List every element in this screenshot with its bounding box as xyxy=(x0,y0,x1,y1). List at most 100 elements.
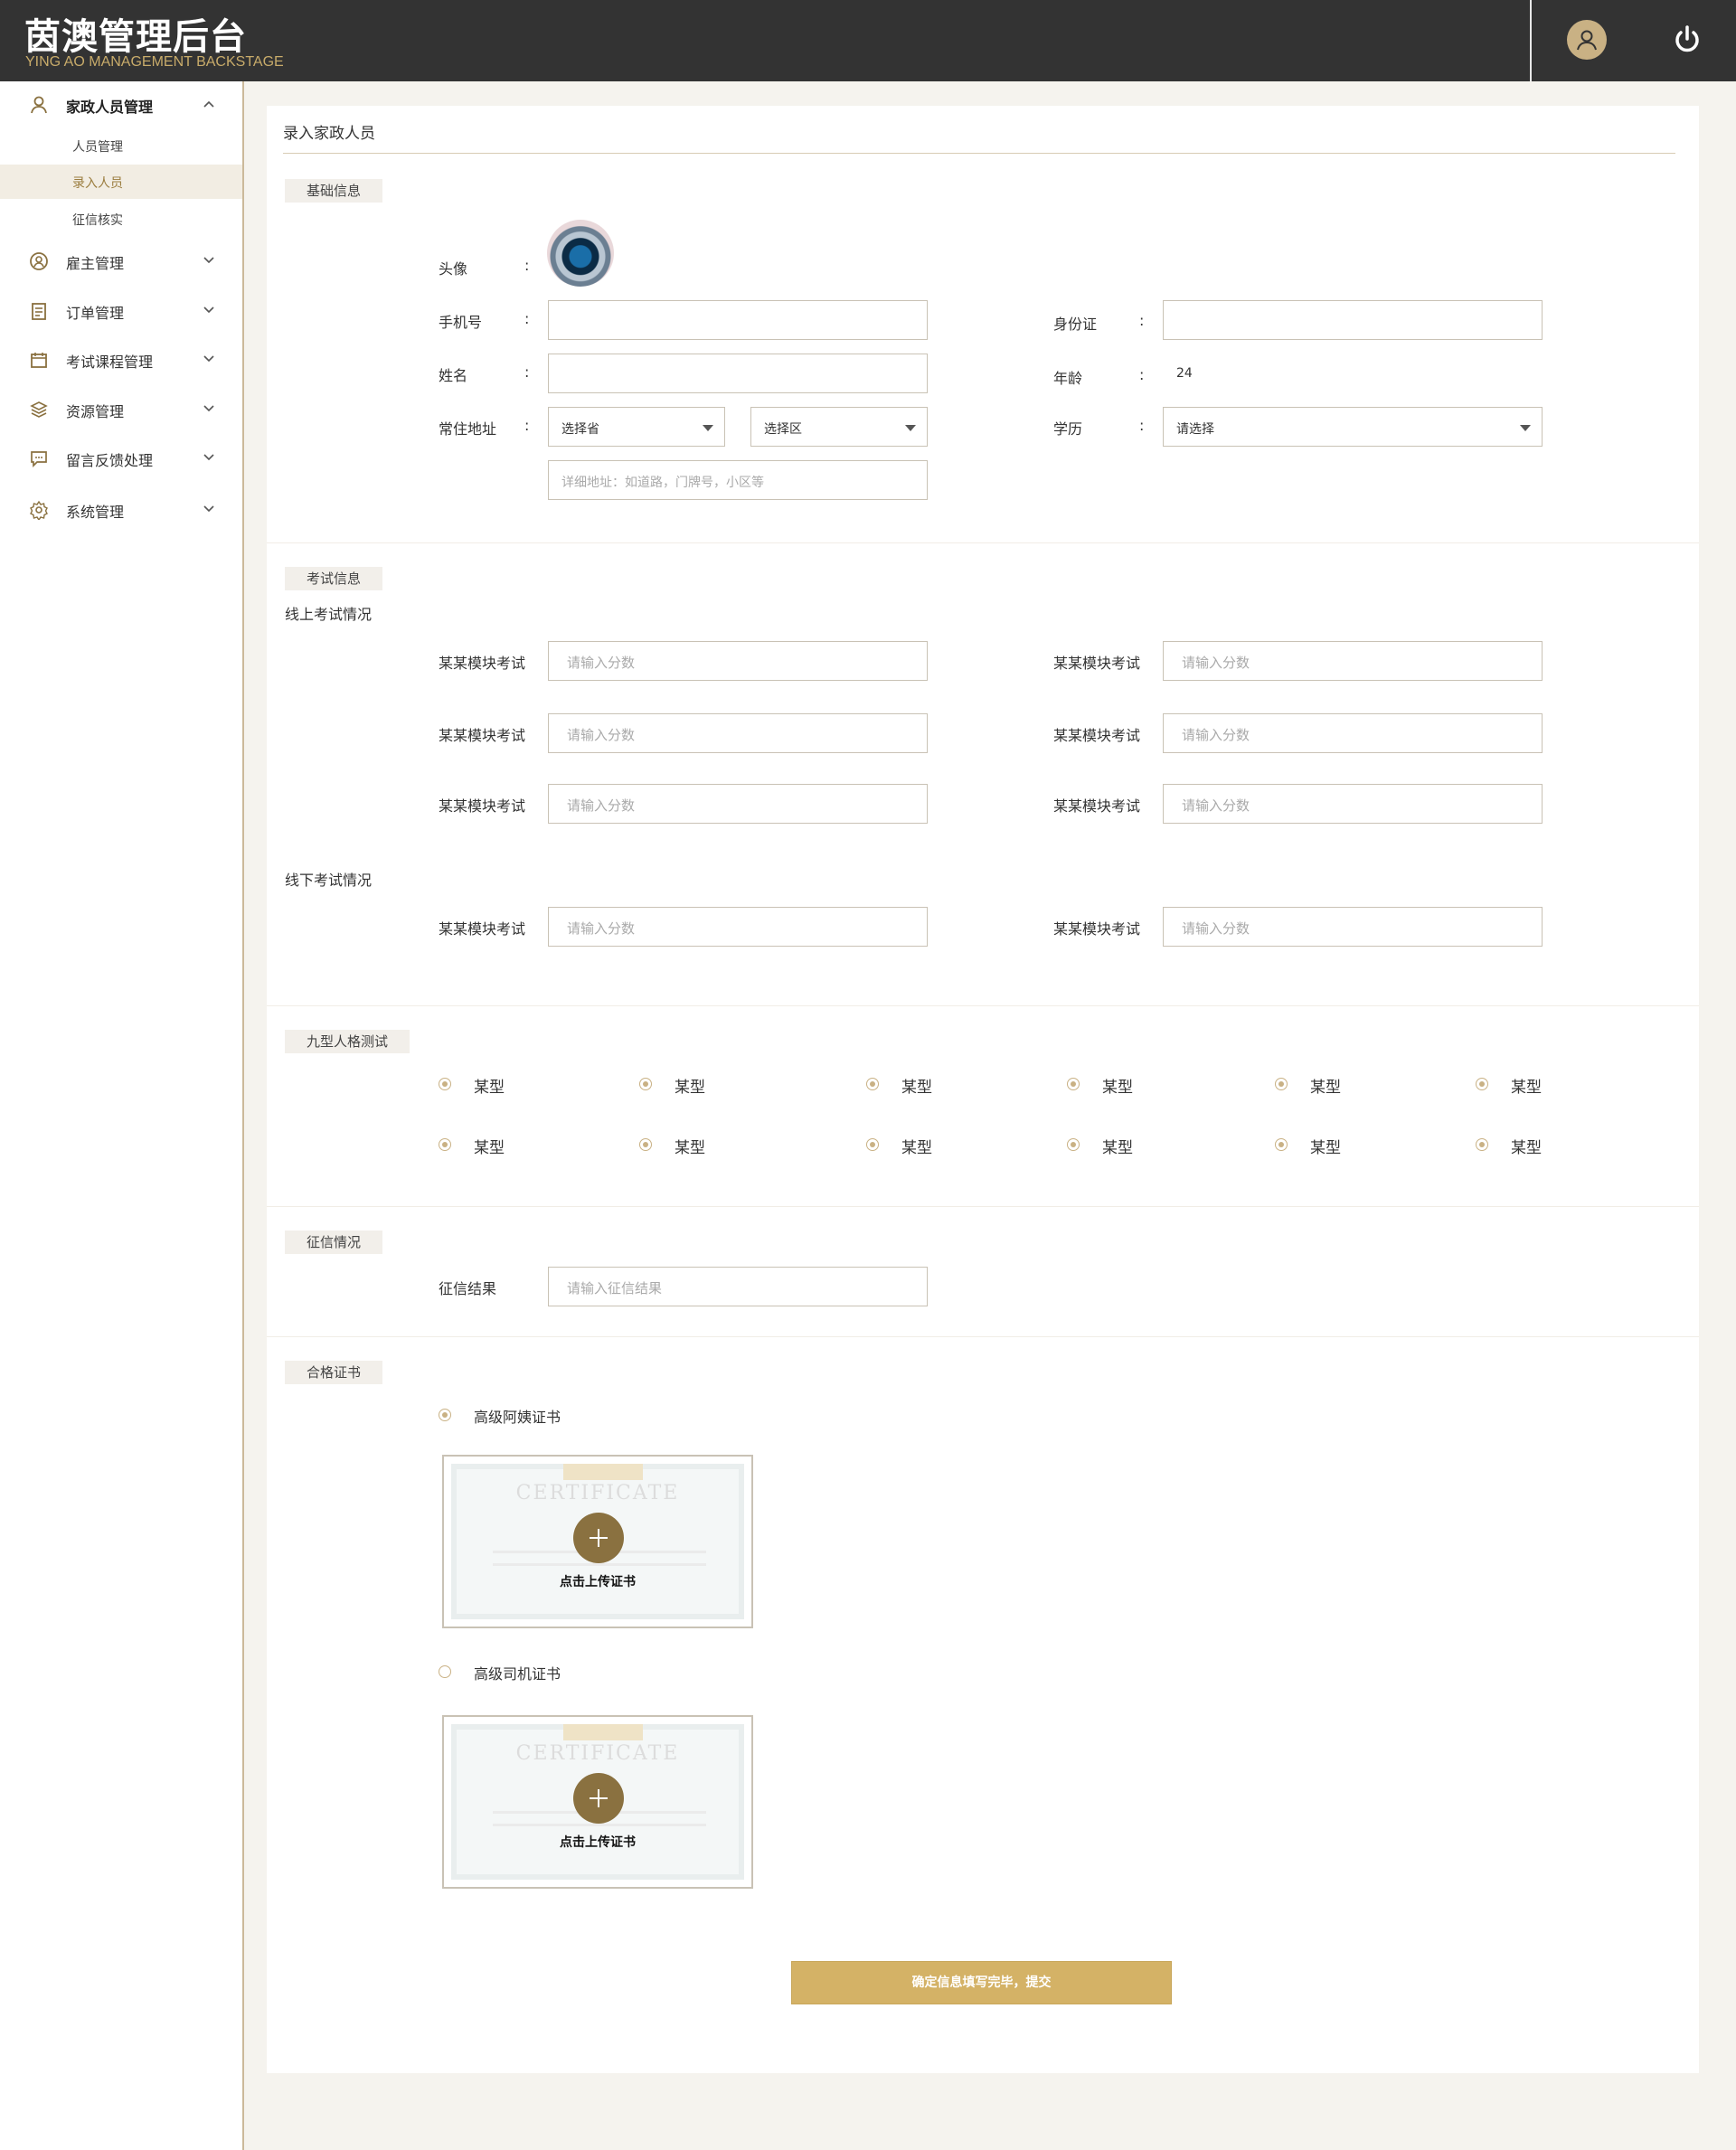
chevron-up-icon xyxy=(203,100,214,108)
section-tag-personality: 九型人格测试 xyxy=(285,1030,410,1053)
sidebar-item-system[interactable]: 系统管理 xyxy=(0,491,242,527)
credit-result-input[interactable]: 请输入征信结果 xyxy=(548,1267,928,1306)
exam-score-input[interactable]: 请输入分数 xyxy=(1163,713,1543,753)
sidebar-item-resource[interactable]: 资源管理 xyxy=(0,391,242,427)
colon: : xyxy=(524,310,530,327)
upload-certificate-driver[interactable]: CERTIFICATE 点击上传证书 xyxy=(442,1715,753,1889)
exam-score-input[interactable]: 请输入分数 xyxy=(548,907,928,947)
exam-score-input[interactable]: 请输入分数 xyxy=(1163,907,1543,947)
exam-score-input[interactable]: 请输入分数 xyxy=(548,713,928,753)
app-title: 茵澳管理后台 xyxy=(24,16,247,58)
personality-option-label: 某型 xyxy=(1511,1079,1542,1097)
score-placeholder: 请输入分数 xyxy=(1182,920,1250,937)
score-placeholder: 请输入分数 xyxy=(567,920,636,937)
upload-caption: 点击上传证书 xyxy=(560,1835,636,1850)
district-select[interactable]: 选择区 xyxy=(750,407,928,447)
score-placeholder: 请输入分数 xyxy=(1182,797,1250,814)
exam-score-input[interactable]: 请输入分数 xyxy=(548,784,928,824)
radio-dot xyxy=(639,1078,652,1090)
address-detail-input[interactable]: 详细地址：如道路，门牌号，小区等 xyxy=(548,460,928,500)
sidebar-subitem-credit-check[interactable]: 征信核实 xyxy=(0,202,242,236)
user-avatar-button[interactable] xyxy=(1567,20,1607,60)
certificate-line xyxy=(493,1824,706,1826)
score-placeholder: 请输入分数 xyxy=(567,797,636,814)
sidebar-item-employer[interactable]: 雇主管理 xyxy=(0,242,242,278)
name-input[interactable] xyxy=(548,354,928,393)
upload-certificate-nanny[interactable]: CERTIFICATE 点击上传证书 xyxy=(442,1455,753,1628)
radio-dot xyxy=(439,1078,451,1090)
calendar-icon xyxy=(31,353,47,368)
radio-dot xyxy=(866,1138,879,1151)
score-placeholder: 请输入分数 xyxy=(1182,655,1250,671)
education-label: 学历 xyxy=(1053,420,1083,438)
district-select-value: 选择区 xyxy=(764,422,802,437)
section-divider xyxy=(267,1206,1699,1207)
sidebar-item-label: 雇主管理 xyxy=(66,255,125,272)
header-divider xyxy=(1530,0,1532,81)
colon: : xyxy=(524,257,530,274)
colon: : xyxy=(1139,366,1145,383)
personality-option-label: 某型 xyxy=(474,1079,505,1097)
chevron-down-icon xyxy=(203,355,214,363)
exam-module-label: 某某模块考试 xyxy=(1053,727,1141,744)
sidebar-subitem-label: 征信核实 xyxy=(72,213,123,228)
exam-module-label: 某某模块考试 xyxy=(439,920,526,938)
logout-button[interactable] xyxy=(1671,24,1703,56)
title-divider xyxy=(283,153,1675,154)
sidebar-item-order[interactable]: 订单管理 xyxy=(0,292,242,328)
education-select-value: 请选择 xyxy=(1176,422,1214,437)
upload-caption: 点击上传证书 xyxy=(560,1575,636,1589)
sidebar-item-label: 留言反馈处理 xyxy=(66,452,154,469)
sidebar-subitem-label: 人员管理 xyxy=(72,140,123,155)
sidebar-item-feedback[interactable]: 留言反馈处理 xyxy=(0,439,242,476)
sidebar-subitem-staff-management[interactable]: 人员管理 xyxy=(0,128,242,163)
name-label: 姓名 xyxy=(439,367,468,384)
exam-score-input[interactable]: 请输入分数 xyxy=(548,641,928,681)
personality-option-label: 某型 xyxy=(1102,1139,1133,1157)
radio-dot xyxy=(1067,1138,1080,1151)
province-select[interactable]: 选择省 xyxy=(548,407,725,447)
chevron-down-icon xyxy=(203,454,214,461)
top-bar: 茵澳管理后台 YING AO MANAGEMENT BACKSTAGE xyxy=(0,0,1736,81)
radio-dot xyxy=(1476,1138,1488,1151)
online-exam-heading: 线上考试情况 xyxy=(285,606,373,623)
province-select-value: 选择省 xyxy=(561,422,599,437)
personality-option-label: 某型 xyxy=(901,1079,932,1097)
credit-result-label: 征信结果 xyxy=(439,1280,497,1297)
section-divider xyxy=(267,542,1699,543)
colon: : xyxy=(1139,417,1145,434)
chevron-down-icon xyxy=(203,257,214,264)
plus-icon xyxy=(573,1773,624,1824)
caret-down-icon xyxy=(905,425,916,431)
message-icon xyxy=(31,451,47,468)
exam-score-input[interactable]: 请输入分数 xyxy=(1163,641,1543,681)
sidebar-item-housekeeper[interactable]: 家政人员管理 xyxy=(0,86,242,122)
score-placeholder: 请输入分数 xyxy=(567,655,636,671)
id-card-input[interactable] xyxy=(1163,300,1543,340)
phone-input[interactable] xyxy=(548,300,928,340)
certificate-line xyxy=(493,1563,706,1566)
personality-option-label: 某型 xyxy=(1511,1139,1542,1157)
colon: : xyxy=(1139,312,1145,329)
profile-photo[interactable] xyxy=(547,220,614,287)
sidebar-item-label: 家政人员管理 xyxy=(66,99,154,116)
submit-button[interactable]: 确定信息填写完毕，提交 xyxy=(791,1961,1172,2004)
sidebar-item-label: 系统管理 xyxy=(66,504,125,521)
address-label: 常住地址 xyxy=(439,420,497,438)
exam-score-input[interactable]: 请输入分数 xyxy=(1163,784,1543,824)
score-placeholder: 请输入分数 xyxy=(1182,727,1250,743)
education-select[interactable]: 请选择 xyxy=(1163,407,1543,447)
radio-dot xyxy=(1067,1078,1080,1090)
personality-option-label: 某型 xyxy=(675,1079,705,1097)
layers-icon xyxy=(30,401,48,418)
section-tag-certificate: 合格证书 xyxy=(285,1361,383,1384)
age-label: 年龄 xyxy=(1053,370,1083,387)
cert-option-label: 高级司机证书 xyxy=(474,1665,561,1683)
chevron-down-icon xyxy=(203,405,214,412)
exam-module-label: 某某模块考试 xyxy=(1053,920,1141,938)
sidebar-item-exam-course[interactable]: 考试课程管理 xyxy=(0,341,242,377)
sidebar: 家政人员管理 人员管理 录入人员 征信核实 雇主管理 订单管理 考试课程管理 资… xyxy=(0,81,244,2150)
section-tag-basic: 基础信息 xyxy=(285,179,383,203)
personality-option-label: 某型 xyxy=(1310,1079,1341,1097)
sidebar-subitem-enter-staff[interactable]: 录入人员 xyxy=(0,165,242,199)
